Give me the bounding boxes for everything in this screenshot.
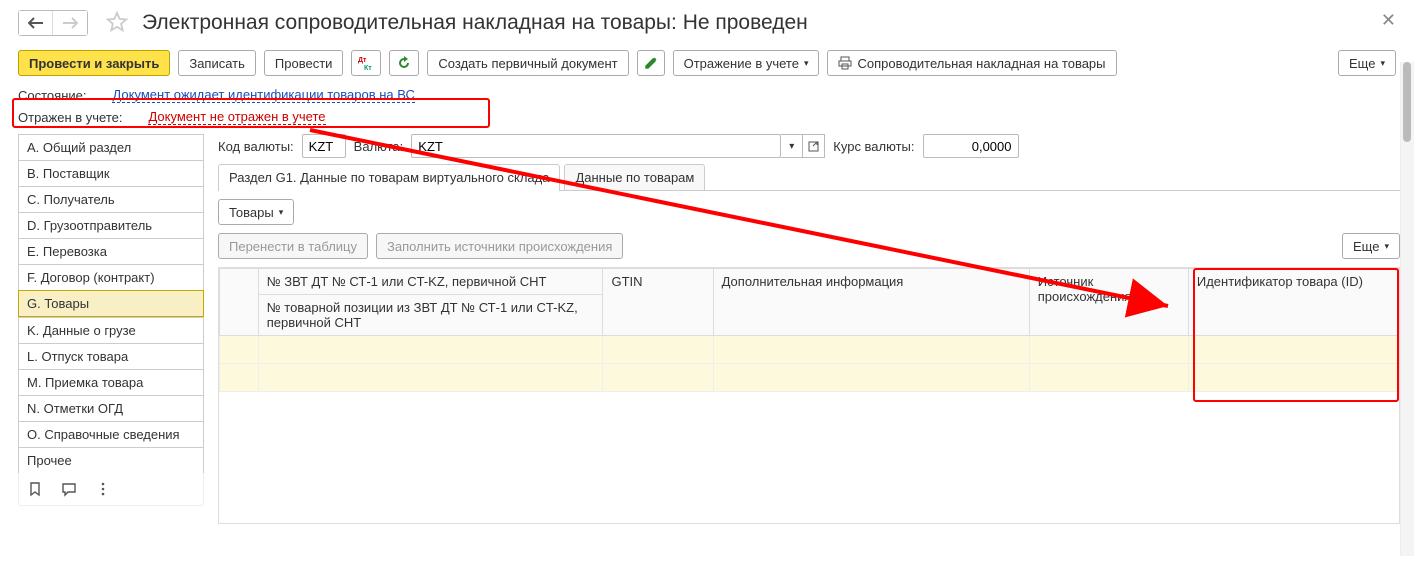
refresh-button[interactable]: [389, 50, 419, 76]
forward-button[interactable]: [53, 11, 87, 35]
goods-tabs: Раздел G1. Данные по товарам виртуальног…: [218, 164, 1400, 191]
col-header-checkbox: [220, 269, 259, 336]
tab-goods-data[interactable]: Данные по товарам: [564, 164, 705, 190]
status-label: Состояние:: [18, 88, 86, 103]
scrollbar-thumb[interactable]: [1403, 62, 1411, 142]
currency-name-label: Валюта:: [354, 139, 404, 154]
currency-code-input[interactable]: [302, 134, 346, 158]
sidebar-item-recipient[interactable]: C. Получатель: [18, 186, 204, 212]
bookmark-icon[interactable]: [27, 481, 43, 497]
post-button[interactable]: Провести: [264, 50, 344, 76]
write-button[interactable]: Записать: [178, 50, 256, 76]
post-and-close-button[interactable]: Провести и закрыть: [18, 50, 170, 76]
back-button[interactable]: [19, 11, 53, 35]
status-link[interactable]: Документ ожидает идентификации товаров н…: [112, 87, 414, 103]
goods-actions: Перенести в таблицу Заполнить источники …: [218, 233, 1400, 267]
table-row[interactable]: [220, 336, 1399, 364]
table-row[interactable]: [220, 364, 1399, 392]
edit-button[interactable]: [637, 50, 665, 76]
sidebar-item-reference[interactable]: O. Справочные сведения: [18, 421, 204, 447]
chat-icon[interactable]: [61, 481, 77, 497]
favorite-star-icon[interactable]: [106, 11, 128, 36]
page-title: Электронная сопроводительная накладная н…: [142, 11, 1396, 35]
fill-sources-button[interactable]: Заполнить источники происхождения: [376, 233, 623, 259]
reflect-dropdown[interactable]: Отражение в учете: [673, 50, 820, 76]
goods-subtoolbar: Товары: [218, 191, 1400, 233]
main-toolbar: Провести и закрыть Записать Провести Дт …: [0, 42, 1414, 84]
sidebar-item-release[interactable]: L. Отпуск товара: [18, 343, 204, 369]
reflect-label: Отражен в учете:: [18, 110, 122, 125]
dt-kt-button[interactable]: Дт Кт: [351, 50, 381, 76]
sidebar-item-shipper[interactable]: D. Грузоотправитель: [18, 212, 204, 238]
tab-g1-virtual[interactable]: Раздел G1. Данные по товарам виртуальног…: [218, 164, 560, 190]
col-header-position-no: № товарной позиции из ЗВТ ДТ № СТ-1 или …: [258, 295, 603, 336]
goods-table-wrap: № ЗВТ ДТ № СТ-1 или CT-KZ, первичной СНТ…: [218, 267, 1400, 524]
currency-rate-label: Курс валюты:: [833, 139, 914, 154]
section-sidebar: A. Общий раздел B. Поставщик C. Получате…: [18, 134, 204, 524]
col-header-gtin: GTIN: [603, 269, 713, 336]
create-primary-doc-button[interactable]: Создать первичный документ: [427, 50, 628, 76]
reflect-status-link[interactable]: Документ не отражен в учете: [148, 109, 325, 125]
sidebar-item-acceptance[interactable]: M. Приемка товара: [18, 369, 204, 395]
sidebar-item-cargo[interactable]: K. Данные о грузе: [18, 317, 204, 343]
close-icon[interactable]: ✕: [1381, 10, 1396, 31]
printer-icon: [838, 56, 852, 70]
currency-name-input[interactable]: [411, 134, 781, 158]
col-header-zvt-dt: № ЗВТ ДТ № СТ-1 или CT-KZ, первичной СНТ: [258, 269, 603, 295]
sidebar-footer-icons: [18, 473, 204, 506]
col-header-source: Источник происхождения: [1029, 269, 1188, 336]
goods-dropdown[interactable]: Товары: [218, 199, 294, 225]
print-doc-label: Сопроводительная накладная на товары: [857, 56, 1105, 71]
goods-table: № ЗВТ ДТ № СТ-1 или CT-KZ, первичной СНТ…: [219, 268, 1399, 392]
more-button[interactable]: Еще: [1338, 50, 1396, 76]
sidebar-item-goods[interactable]: G. Товары: [18, 290, 204, 317]
sidebar-item-transport[interactable]: E. Перевозка: [18, 238, 204, 264]
status-row: Состояние: Документ ожидает идентификаци…: [18, 84, 1396, 106]
currency-row: Код валюты: Валюта: ▾ Курс валюты:: [218, 134, 1400, 158]
main-panel: Код валюты: Валюта: ▾ Курс валюты: Разде…: [204, 134, 1400, 524]
table-more-button[interactable]: Еще: [1342, 233, 1400, 259]
reflect-status-row: Отражен в учете: Документ не отражен в у…: [18, 106, 1396, 128]
nav-buttons: [18, 10, 88, 36]
sidebar-item-contract[interactable]: F. Договор (контракт): [18, 264, 204, 290]
more-vertical-icon[interactable]: [95, 481, 111, 497]
titlebar: Электронная сопроводительная накладная н…: [0, 0, 1414, 42]
vertical-scrollbar[interactable]: [1400, 62, 1414, 556]
col-header-additional: Дополнительная информация: [713, 269, 1029, 336]
sidebar-item-ogd[interactable]: N. Отметки ОГД: [18, 395, 204, 421]
currency-code-label: Код валюты:: [218, 139, 294, 154]
currency-dropdown-icon[interactable]: ▾: [781, 134, 803, 158]
print-doc-button[interactable]: Сопроводительная накладная на товары: [827, 50, 1116, 76]
currency-rate-input[interactable]: [923, 134, 1019, 158]
move-to-table-button[interactable]: Перенести в таблицу: [218, 233, 368, 259]
svg-text:Дт: Дт: [358, 57, 367, 64]
sidebar-item-other[interactable]: Прочее: [18, 447, 204, 473]
svg-text:Кт: Кт: [364, 65, 372, 71]
col-header-id: Идентификатор товара (ID): [1188, 269, 1398, 336]
currency-open-icon[interactable]: [803, 134, 825, 158]
sidebar-item-general[interactable]: A. Общий раздел: [18, 134, 204, 160]
sidebar-item-supplier[interactable]: B. Поставщик: [18, 160, 204, 186]
